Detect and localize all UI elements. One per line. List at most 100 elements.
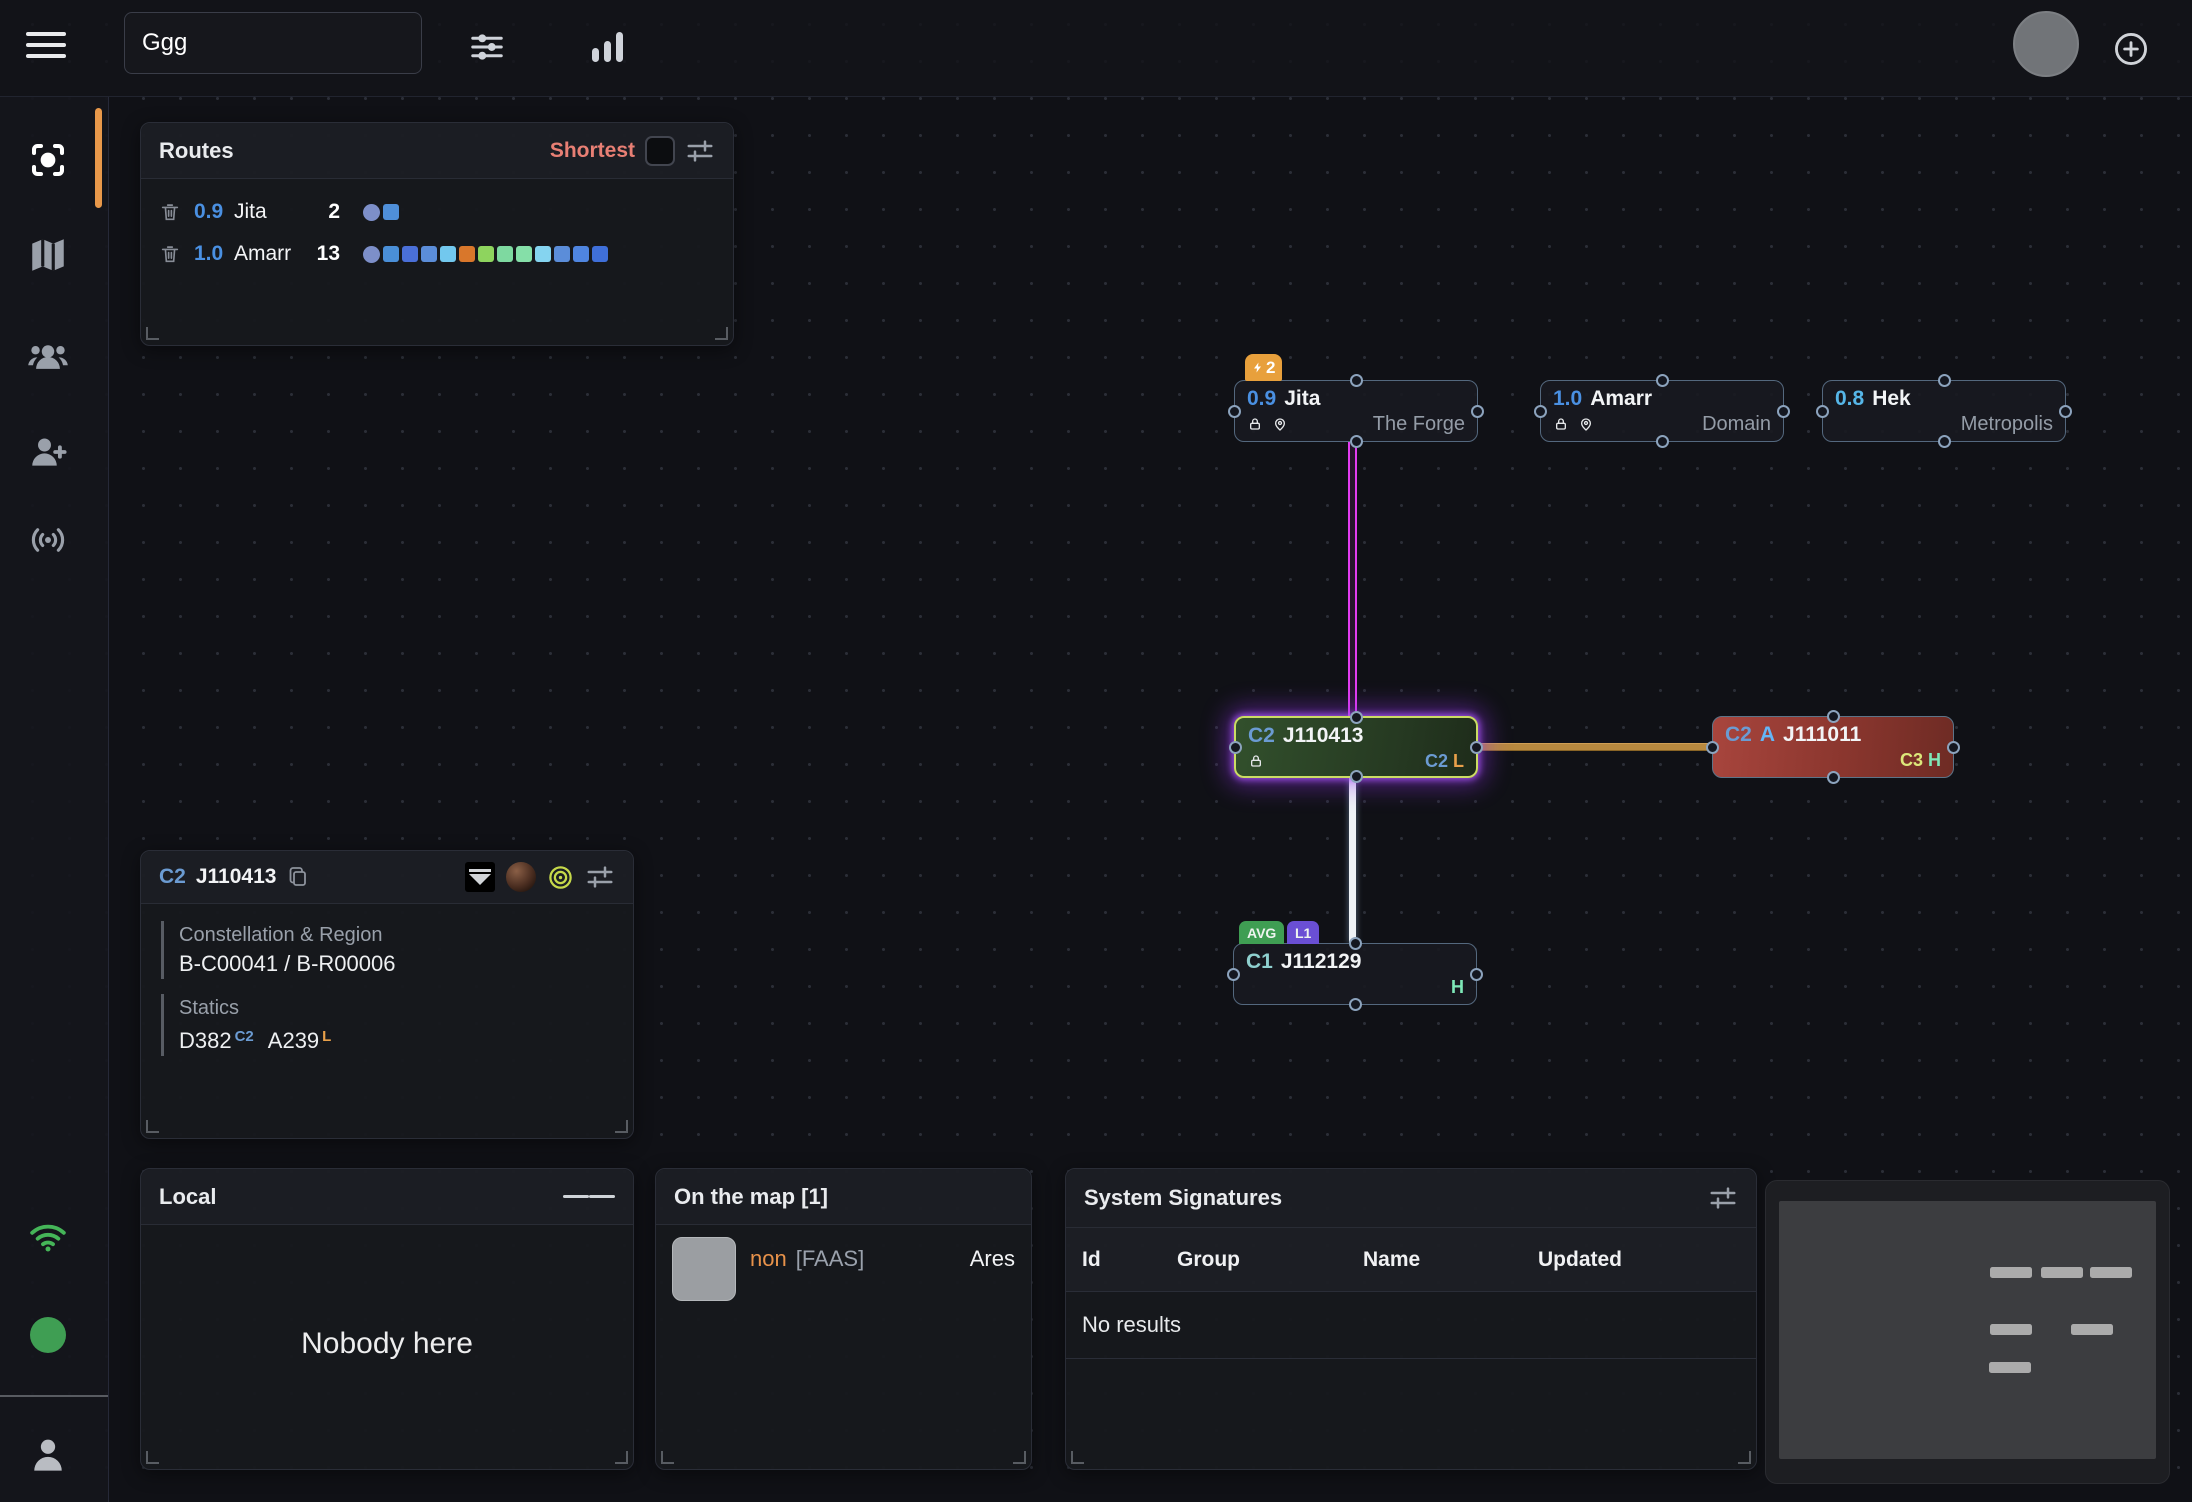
on-the-map-header[interactable]: On the map [1] [656, 1169, 1031, 1225]
connection-j110413-j112129[interactable] [1349, 777, 1356, 944]
link-anchor[interactable] [1470, 968, 1483, 981]
pilot-portrait[interactable] [672, 1237, 736, 1301]
lock-icon [1248, 753, 1264, 769]
link-anchor[interactable] [1349, 998, 1362, 1011]
system-node-amarr[interactable]: 1.0 Amarr Domain [1540, 380, 1784, 442]
column-name[interactable]: Name [1363, 1248, 1538, 1272]
link-anchor[interactable] [1350, 374, 1363, 387]
link-anchor[interactable] [1229, 741, 1242, 754]
system-node-j110413-selected[interactable]: C2 J110413 C2 L [1234, 716, 1478, 778]
resize-handle[interactable] [1013, 1451, 1026, 1464]
system-info-header[interactable]: C2 J110413 [141, 851, 633, 904]
sidebar-item-add-character[interactable] [20, 424, 76, 480]
routes-title: Routes [159, 138, 234, 164]
minimap-panel[interactable] [1765, 1180, 2170, 1484]
resize-handle[interactable] [715, 327, 728, 340]
route-system-chips [363, 246, 608, 263]
route-destination: Jita [234, 200, 306, 224]
security-status: 0.9 [1247, 386, 1276, 412]
sidebar-item-signal[interactable] [20, 512, 76, 568]
connection-jita-j110413[interactable] [1348, 441, 1357, 717]
link-anchor[interactable] [1938, 435, 1951, 448]
resize-handle[interactable] [146, 327, 159, 340]
resize-handle[interactable] [615, 1120, 628, 1133]
link-anchor[interactable] [1350, 435, 1363, 448]
system-node-j112129[interactable]: AVG L1 C1 J112129 H [1233, 943, 1477, 1005]
resize-handle[interactable] [1071, 1451, 1084, 1464]
local-menu-button[interactable] [563, 1192, 615, 1202]
link-anchor[interactable] [1471, 405, 1484, 418]
route-row-jita[interactable]: 0.9 Jita 2 [141, 191, 733, 233]
signatures-settings-button[interactable] [1708, 1183, 1738, 1213]
link-anchor[interactable] [1706, 741, 1719, 754]
column-id[interactable]: Id [1082, 1248, 1177, 1272]
link-anchor[interactable] [1827, 710, 1840, 723]
link-anchor[interactable] [1350, 770, 1363, 783]
route-system-chip [535, 246, 551, 262]
column-updated[interactable]: Updated [1538, 1248, 1756, 1272]
link-anchor[interactable] [1228, 405, 1241, 418]
link-anchor[interactable] [1938, 374, 1951, 387]
signatures-empty-text: No results [1066, 1292, 1756, 1359]
signatures-header[interactable]: System Signatures [1066, 1169, 1756, 1228]
map-name-input[interactable] [124, 12, 422, 74]
scan-focus-icon [27, 139, 69, 181]
statics-value: D382C2A239L [179, 1022, 613, 1056]
link-anchor[interactable] [1656, 435, 1669, 448]
region-name: Domain [1702, 413, 1771, 436]
connection-j110413-j111011[interactable] [1476, 743, 1713, 751]
link-anchor[interactable] [2059, 405, 2072, 418]
local-panel-header[interactable]: Local [141, 1169, 633, 1225]
sidebar-item-maps[interactable] [20, 227, 76, 283]
copy-name-button[interactable] [286, 865, 310, 889]
level-badge: L1 [1287, 921, 1319, 944]
menu-button[interactable] [26, 30, 70, 66]
signatures-table-header: Id Group Name Updated [1066, 1228, 1756, 1292]
route-delete-button[interactable] [159, 201, 181, 223]
resize-handle[interactable] [146, 1451, 159, 1464]
user-avatar[interactable] [2013, 11, 2079, 77]
route-row-amarr[interactable]: 1.0 Amarr 13 [141, 233, 733, 275]
route-system-chip [440, 246, 456, 262]
link-anchor[interactable] [1816, 405, 1829, 418]
shortest-label[interactable]: Shortest [550, 139, 635, 163]
link-anchor[interactable] [1947, 741, 1960, 754]
route-delete-button[interactable] [159, 243, 181, 265]
add-map-button[interactable] [2106, 24, 2156, 74]
resize-handle[interactable] [661, 1451, 674, 1464]
system-node-hek[interactable]: 0.8 Hek Metropolis [1822, 380, 2066, 442]
profile-button[interactable] [20, 1427, 76, 1483]
sidebar-item-tracking[interactable] [20, 132, 76, 188]
link-anchor[interactable] [1777, 405, 1790, 418]
link-anchor[interactable] [1534, 405, 1547, 418]
link-anchor[interactable] [1349, 937, 1362, 950]
system-node-jita[interactable]: 2 0.9 Jita The Forge [1234, 380, 1478, 442]
wormhole-class: C1 [1246, 949, 1273, 975]
adjustments-icon [685, 136, 715, 166]
link-anchor[interactable] [1227, 968, 1240, 981]
system-settings-button[interactable] [585, 862, 615, 892]
routes-panel-header[interactable]: Routes Shortest [141, 123, 733, 179]
statistics-button[interactable] [582, 22, 632, 72]
link-anchor[interactable] [1470, 741, 1483, 754]
resize-handle[interactable] [1738, 1451, 1751, 1464]
resize-handle[interactable] [146, 1120, 159, 1133]
filter-button[interactable] [465, 862, 495, 892]
sliders-icon [468, 28, 506, 66]
routes-settings-button[interactable] [685, 136, 715, 166]
person-icon [26, 1433, 70, 1477]
system-name: J112129 [1281, 949, 1362, 975]
on-the-map-panel: On the map [1] non [FAAS] Ares [655, 1168, 1032, 1470]
kills-count: 2 [1266, 358, 1275, 378]
shortest-checkbox[interactable] [645, 136, 675, 166]
resize-handle[interactable] [615, 1451, 628, 1464]
link-anchor[interactable] [1827, 771, 1840, 784]
column-group[interactable]: Group [1177, 1248, 1363, 1272]
pilot-row[interactable]: non [FAAS] Ares [656, 1225, 1031, 1301]
map-filters-button[interactable] [462, 22, 512, 72]
link-anchor[interactable] [1350, 711, 1363, 724]
sidebar-item-characters[interactable] [20, 329, 76, 385]
link-anchor[interactable] [1656, 374, 1669, 387]
system-node-j111011[interactable]: C2 A J111011 C3 H [1712, 716, 1954, 778]
system-name: Amarr [1590, 386, 1652, 412]
